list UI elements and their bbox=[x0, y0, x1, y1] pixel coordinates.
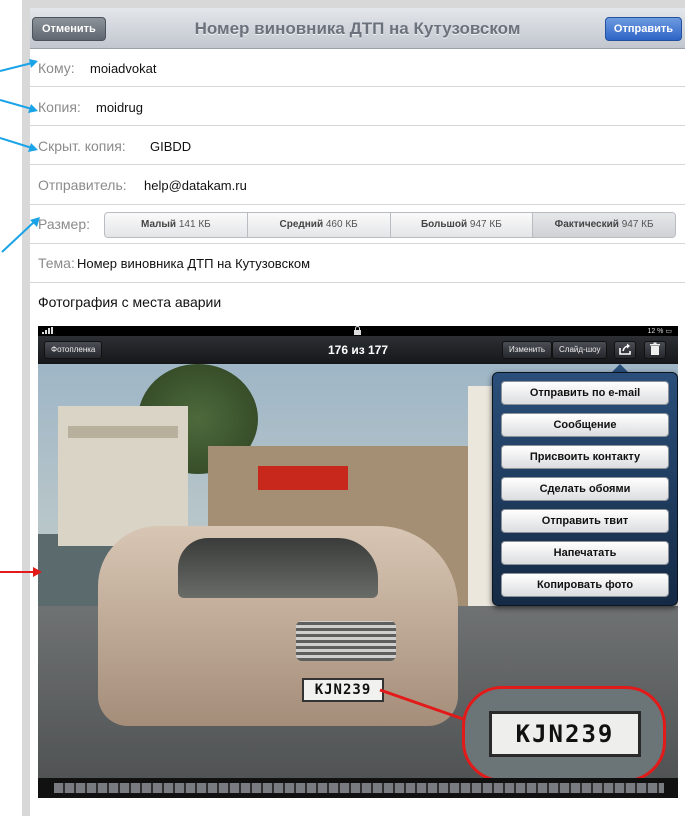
filmstrip-thumbnails[interactable] bbox=[54, 783, 664, 793]
share-popover: Отправить по e-mail Сообщение Присвоить … bbox=[492, 372, 678, 606]
photo-toolbar: Фотопленка 176 из 177 Изменить Слайд-шоу bbox=[38, 336, 678, 364]
edit-photo-button[interactable]: Изменить bbox=[502, 341, 553, 359]
size-option-small[interactable]: Малый 141 КБ bbox=[105, 213, 248, 237]
to-label: Кому: bbox=[38, 60, 75, 76]
trash-icon[interactable] bbox=[644, 341, 666, 359]
from-field[interactable]: Отправитель: help@datakam.ru bbox=[30, 165, 685, 205]
bcc-field[interactable]: Скрыт. копия: GIBDD bbox=[30, 126, 685, 165]
tweet-button[interactable]: Отправить твит bbox=[501, 509, 669, 533]
cc-label: Копия: bbox=[38, 99, 81, 115]
copy-photo-button[interactable]: Копировать фото bbox=[501, 573, 669, 597]
cc-value[interactable]: moidrug bbox=[96, 100, 143, 115]
arrow-icon-size bbox=[1, 217, 40, 253]
bcc-label: Скрыт. копия: bbox=[38, 138, 126, 154]
battery-status: 12 % ▭ bbox=[647, 327, 672, 335]
navigation-bar: Отменить Номер виновника ДТП на Кутузовс… bbox=[30, 8, 685, 49]
page-title: Номер виновника ДТП на Кутузовском bbox=[194, 19, 521, 38]
arrow-icon-bcc bbox=[0, 137, 38, 152]
arrow-icon-to bbox=[0, 59, 38, 72]
photo-shop-sign bbox=[258, 466, 348, 490]
zoomed-plate-callout: KJN239 bbox=[462, 686, 666, 782]
battery-icon: ▭ bbox=[665, 328, 672, 335]
size-option-actual[interactable]: Фактический 947 КБ bbox=[533, 213, 675, 237]
subject-value[interactable]: Номер виновника ДТП на Кутузовском bbox=[77, 256, 310, 271]
photo-car-windshield bbox=[178, 538, 378, 598]
message-body-text[interactable]: Фотография с места аварии bbox=[38, 294, 221, 310]
signal-icon bbox=[42, 327, 54, 336]
share-email-button[interactable]: Отправить по e-mail bbox=[501, 381, 669, 405]
from-value[interactable]: help@datakam.ru bbox=[144, 178, 247, 193]
plate-callout-line bbox=[379, 688, 467, 722]
license-plate: KJN239 bbox=[302, 678, 384, 702]
size-option-large[interactable]: Большой 947 КБ bbox=[391, 213, 534, 237]
slideshow-button[interactable]: Слайд-шоу bbox=[552, 341, 608, 359]
print-button[interactable]: Напечатать bbox=[501, 541, 669, 565]
frame-top bbox=[22, 0, 685, 8]
share-message-button[interactable]: Сообщение bbox=[501, 413, 669, 437]
photo-building-balcony bbox=[68, 426, 178, 438]
subject-field[interactable]: Тема: Номер виновника ДТП на Кутузовском bbox=[30, 244, 685, 283]
arrow-icon-cc bbox=[0, 99, 38, 113]
subject-label: Тема: bbox=[38, 255, 75, 271]
battery-percent: 12 % bbox=[647, 328, 664, 335]
photo-status-bar: 12 % ▭ bbox=[38, 326, 678, 336]
cc-field[interactable]: Копия: moidrug bbox=[30, 87, 685, 126]
send-button[interactable]: Отправить bbox=[604, 17, 682, 41]
to-field[interactable]: Кому: moiadvokat bbox=[30, 49, 685, 87]
size-field: Размер: Малый 141 КБ Средний 460 КБ Боль… bbox=[30, 205, 685, 244]
share-icon[interactable] bbox=[614, 341, 636, 359]
photo-car-grille bbox=[296, 621, 396, 661]
size-option-medium[interactable]: Средний 460 КБ bbox=[248, 213, 391, 237]
frame-left bbox=[22, 0, 30, 816]
to-value[interactable]: moiadvokat bbox=[90, 61, 156, 76]
share-popover-arrow bbox=[612, 364, 628, 372]
use-as-wallpaper-button[interactable]: Сделать обоями bbox=[501, 477, 669, 501]
compose-mail-sheet: Отменить Номер виновника ДТП на Кутузовс… bbox=[30, 8, 685, 816]
assign-to-contact-button[interactable]: Присвоить контакту bbox=[501, 445, 669, 469]
from-label: Отправитель: bbox=[38, 177, 127, 193]
bcc-value[interactable]: GIBDD bbox=[150, 139, 191, 154]
zoomed-license-plate: KJN239 bbox=[489, 711, 641, 757]
arrow-icon-photo bbox=[0, 567, 42, 577]
size-label: Размер: bbox=[38, 216, 91, 232]
photo-filmstrip[interactable] bbox=[38, 778, 678, 798]
attached-photo: KJN239 KJN239 12 % ▭ Фотопленка 176 из 1… bbox=[38, 326, 678, 798]
image-size-selector[interactable]: Малый 141 КБ Средний 460 КБ Большой 947 … bbox=[104, 212, 676, 238]
